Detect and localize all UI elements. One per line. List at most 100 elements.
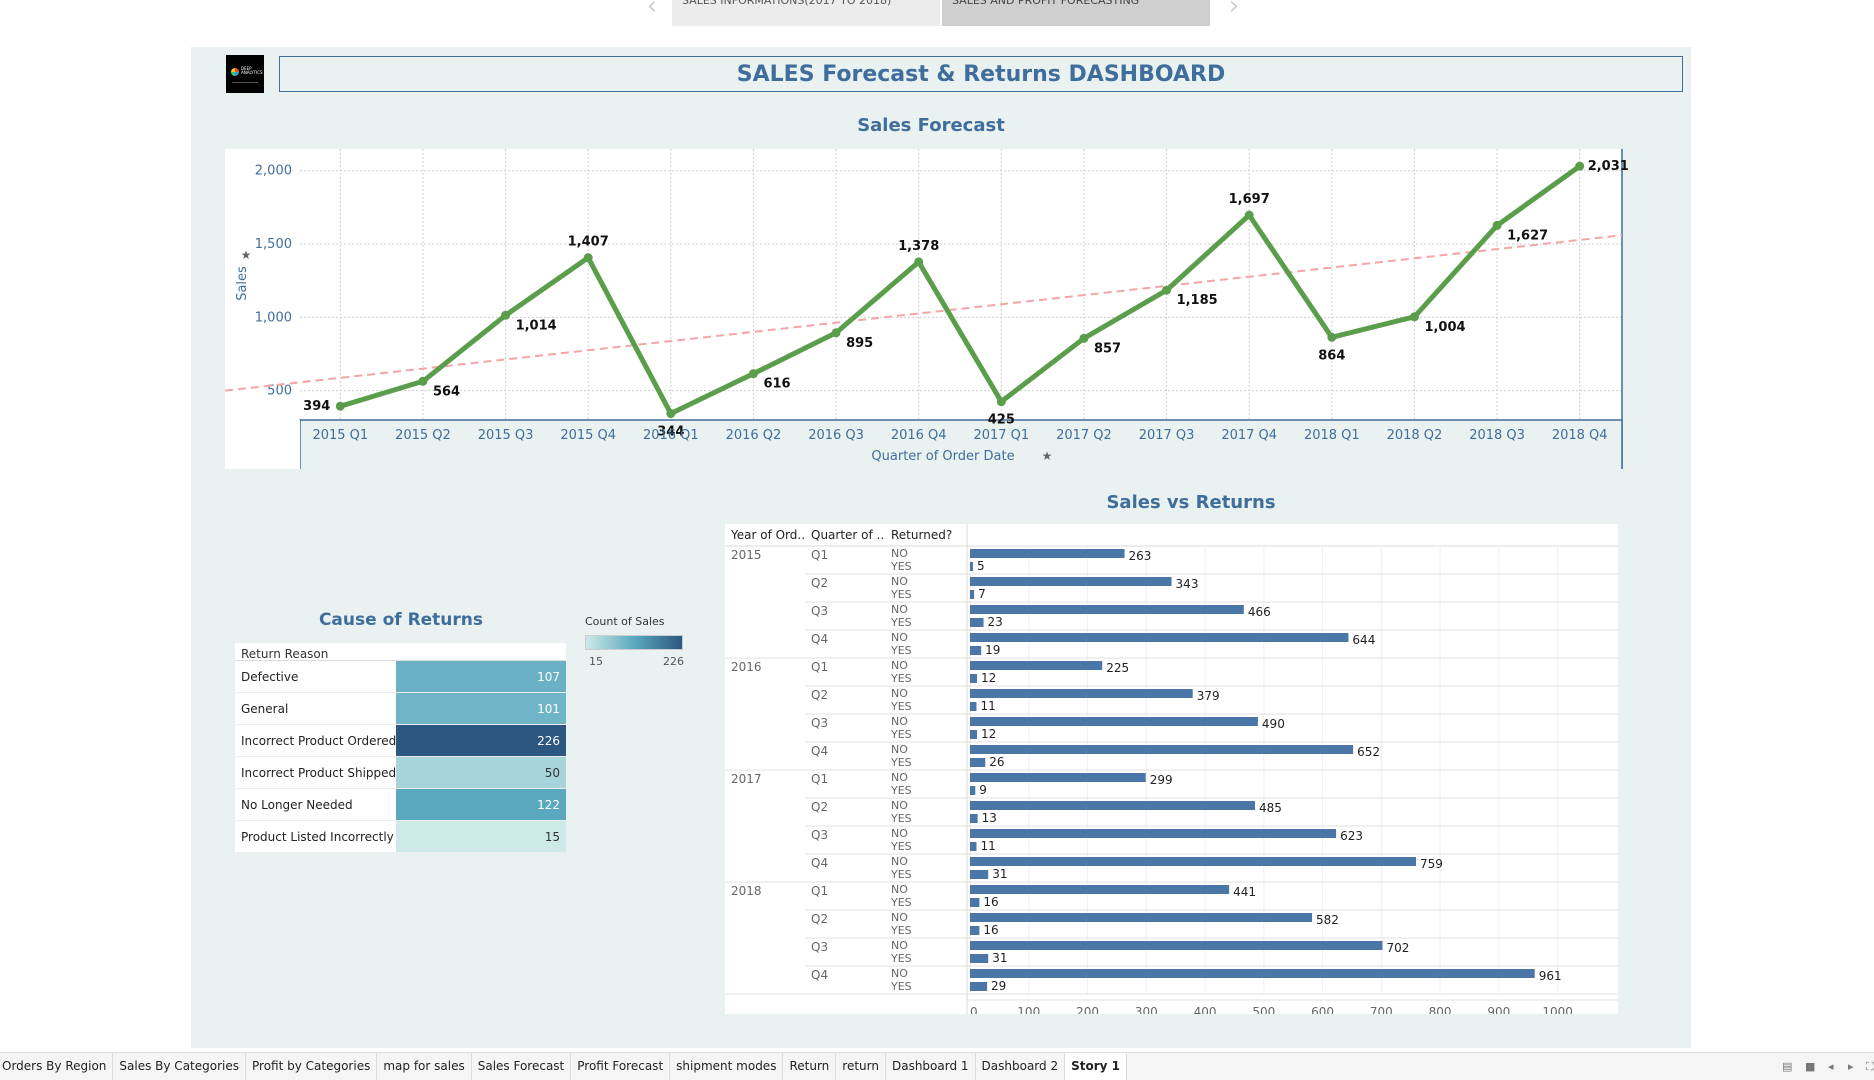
forecast-chart-title: Sales Forecast [857,115,1005,136]
returned-yes-label: YES [890,952,912,965]
sheet-tab[interactable]: map for sales [377,1053,472,1080]
returned-yes-label: YES [890,588,912,601]
returned-no-bar [970,549,1125,558]
scroll-right-icon[interactable]: ▸ [1848,1060,1854,1073]
x-tick-label: 200 [1076,1005,1099,1014]
returned-no-label: NO [891,631,908,644]
returned-no-label: NO [891,659,908,672]
sheet-tab[interactable]: Return [783,1053,837,1080]
returns-column-header: Year of Ord.. [730,528,805,542]
x-axis-title: Quarter of Order Date [871,449,1014,464]
data-point [914,257,924,267]
returned-yes-label: YES [890,728,912,741]
cause-row[interactable]: General 101 [235,693,566,725]
x-tick-label: 2018 Q2 [1387,428,1443,443]
story-prev-arrow-icon[interactable]: ‹ [640,0,664,19]
bar-value-label: 26 [989,755,1004,769]
returned-yes-bar [970,814,978,823]
quarter-label: Q4 [811,744,828,758]
dashboard-canvas: DEEP ANALYTICS SALES Forecast & Returns … [191,47,1691,1048]
cause-row-label: No Longer Needed [241,798,353,812]
returned-no-bar [970,885,1230,894]
count-of-sales-legend: Count of Sales 15 226 [585,615,695,668]
returned-yes-label: YES [890,840,912,853]
return-reason-header[interactable]: Return Reason [235,643,566,661]
cause-row-label: Defective [241,670,299,684]
sheet-tab[interactable]: Orders By Region [0,1053,114,1080]
sheet-tab[interactable]: Dashboard 1 [886,1053,976,1080]
fullscreen-icon[interactable]: ⛶ [1866,1060,1874,1074]
cause-row[interactable]: Incorrect Product Ordered 226 [235,725,566,757]
returned-yes-bar [970,786,976,795]
bar-value-label: 12 [981,671,996,685]
returned-yes-bar [970,730,978,739]
returned-yes-label: YES [890,644,912,657]
y-tick-label: 2,000 [255,164,292,179]
returned-yes-bar [970,926,980,935]
data-label: 1,407 [568,235,609,250]
bar-value-label: 466 [1248,605,1271,619]
bar-value-label: 7 [978,587,986,601]
bar-value-label: 31 [992,867,1007,881]
data-point [1162,285,1172,295]
returned-yes-bar [970,982,988,991]
bar-value-label: 9 [979,783,987,797]
sheet-tab[interactable]: Dashboard 2 [976,1053,1066,1080]
sheet-tab[interactable]: Profit by Categories [246,1053,378,1080]
story-point-2[interactable]: SALES AND PROFIT FORECASTING [942,0,1210,26]
returned-yes-bar [970,562,973,571]
y-tick-label: 1,000 [255,310,292,325]
returned-no-label: NO [891,575,908,588]
data-label: 2,031 [1588,159,1629,174]
sheet-tab[interactable]: Profit Forecast [571,1053,671,1080]
cause-row[interactable]: No Longer Needed 122 [235,789,566,821]
filmstrip-view-icon[interactable]: ■ [1805,1060,1815,1073]
x-tick-label: 300 [1135,1005,1158,1014]
plot-area [300,149,1622,420]
grid-view-icon[interactable]: ▤ [1782,1060,1792,1073]
story-next-arrow-icon[interactable]: › [1222,0,1246,19]
returned-yes-label: YES [890,700,912,713]
x-tick-label: 2017 Q1 [973,428,1029,443]
cause-row[interactable]: Defective 107 [235,661,566,693]
sheet-tab[interactable]: shipment modes [670,1053,784,1080]
returned-yes-label: YES [890,812,912,825]
returned-yes-label: YES [890,756,912,769]
sales-vs-returns-title: Sales vs Returns [1106,492,1276,513]
returned-yes-label: YES [890,784,912,797]
returned-no-bar [970,941,1383,950]
returned-no-label: NO [891,855,908,868]
x-tick-label: 2016 Q3 [808,428,864,443]
bar-value-label: 23 [988,615,1003,629]
year-label: 2018 [731,884,762,898]
data-point [996,397,1006,407]
story-point-1[interactable]: SALES INFORMATIONS(2017 TO 2018) [672,0,940,26]
logo-text: DEEP ANALYTICS [241,66,263,75]
scroll-left-icon[interactable]: ◂ [1828,1060,1834,1073]
quarter-label: Q1 [811,772,828,786]
cause-row[interactable]: Product Listed Incorrectly 15 [235,821,566,853]
returned-yes-label: YES [890,672,912,685]
sheet-tab[interactable]: Sales By Categories [113,1053,246,1080]
company-logo: DEEP ANALYTICS [226,55,264,93]
data-label: 1,378 [898,239,939,254]
data-point [501,310,511,320]
returns-column-header: Returned? [891,528,952,542]
quarter-label: Q4 [811,856,828,870]
quarter-label: Q3 [811,716,828,730]
cause-row-value: 15 [396,821,566,852]
story-navigator: ‹ SALES INFORMATIONS(2017 TO 2018) SALES… [640,0,1240,26]
cause-row[interactable]: Incorrect Product Shipped 50 [235,757,566,789]
sheet-tab[interactable]: Story 1 [1065,1053,1127,1080]
data-label: 1,627 [1507,228,1548,243]
sales-vs-returns-chart[interactable]: Year of Ord.. Quarter of .. Returned? 2015 Q… [725,524,1618,1014]
cause-row-value: 50 [396,757,566,788]
bar-value-label: 12 [981,727,996,741]
sheet-tab[interactable]: return [836,1053,886,1080]
sheet-tab[interactable]: Sales Forecast [472,1053,572,1080]
x-tick-label: 2018 Q3 [1469,428,1525,443]
sales-forecast-chart[interactable]: 5001,0001,5002,000Sales★3945641,0141,407… [225,149,1655,469]
returned-yes-label: YES [890,980,912,993]
cause-row-value: 226 [396,725,566,756]
quarter-label: Q2 [811,912,828,926]
